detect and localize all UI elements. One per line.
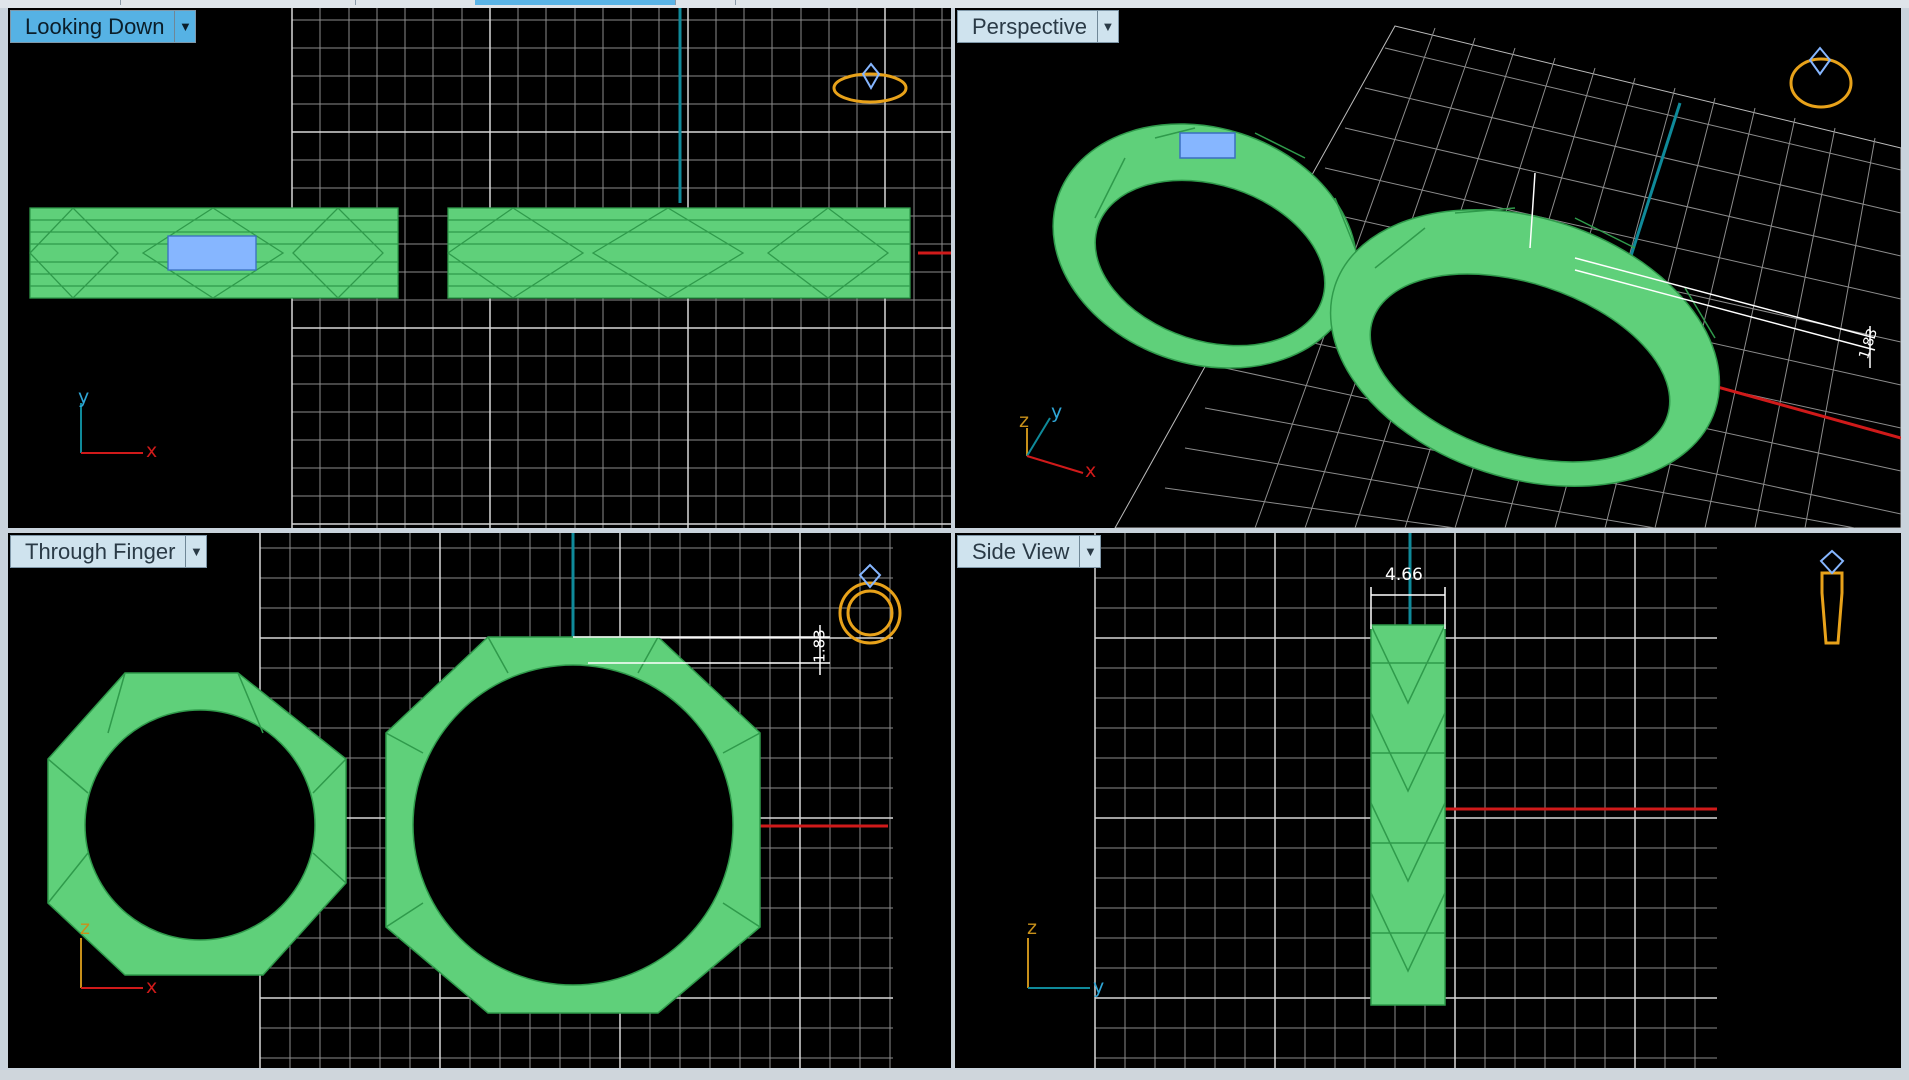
ring-orientation-icon <box>838 563 902 645</box>
viewport-side-view[interactable]: z y 4.66 Side View ▼ <box>955 533 1901 1068</box>
ring-perspective-right <box>1329 207 1721 487</box>
viewport-label-perspective[interactable]: Perspective ▼ <box>957 10 1119 43</box>
status-strip <box>0 1070 1909 1080</box>
ring-profile-left <box>47 672 347 976</box>
viewport-label-text: Looking Down <box>25 14 165 39</box>
view-tab[interactable] <box>355 0 476 5</box>
chevron-down-icon[interactable]: ▼ <box>1096 11 1118 42</box>
dimension-value: 4.66 <box>1385 565 1423 585</box>
ring-orientation-icon <box>1819 549 1845 645</box>
axis-label-z: z <box>1019 410 1029 432</box>
ring-orientation-icon <box>1789 46 1853 109</box>
view-tab[interactable] <box>675 0 736 5</box>
axis-label-vertical: z <box>80 917 90 939</box>
view-tab-strip <box>0 0 1909 8</box>
axis-label-horizontal: y <box>1093 976 1105 998</box>
ring-orientation-icon <box>832 62 908 104</box>
axis-label-x: x <box>1085 460 1097 482</box>
ring-band-right <box>446 207 911 299</box>
axis-gizmo <box>1027 938 1090 989</box>
axis-gizmo <box>1026 417 1084 474</box>
view-tab[interactable] <box>0 0 121 5</box>
ring-perspective-left <box>1052 123 1358 369</box>
chevron-down-icon[interactable]: ▼ <box>185 536 206 567</box>
ring-band-left <box>29 207 399 299</box>
gemstone <box>1179 132 1236 159</box>
ring-side-profile <box>1370 624 1446 1006</box>
viewport-looking-down[interactable]: y x Looking Down ▼ <box>8 8 951 528</box>
viewport-label-text: Side View <box>972 539 1070 564</box>
ring-profile-right <box>385 636 761 1014</box>
chevron-down-icon[interactable]: ▼ <box>174 11 195 42</box>
view-tab-active[interactable] <box>475 0 676 5</box>
axis-label-vertical: z <box>1027 917 1037 939</box>
view-tab[interactable] <box>120 0 356 5</box>
viewport-label-text: Perspective <box>972 14 1087 39</box>
axis-label-y: y <box>1051 401 1063 423</box>
dimension-value: 1.83 <box>810 629 829 663</box>
axis-gizmo <box>80 403 143 454</box>
viewport-canvas[interactable] <box>955 8 1901 528</box>
gemstone <box>167 235 257 271</box>
axis-label-vertical: y <box>78 386 90 408</box>
viewport-through-finger[interactable]: z x 1.83 Through Finger ▼ <box>8 533 951 1068</box>
viewport-perspective[interactable]: z y x 1.83 Perspective ▼ <box>955 8 1901 528</box>
chevron-down-icon[interactable]: ▼ <box>1079 536 1100 567</box>
axis-label-horizontal: x <box>146 440 158 462</box>
viewport-label-through-finger[interactable]: Through Finger ▼ <box>10 535 208 568</box>
viewport-label-text: Through Finger <box>25 539 176 564</box>
viewport-label-side-view[interactable]: Side View ▼ <box>957 535 1102 568</box>
axis-label-horizontal: x <box>146 976 158 998</box>
viewport-label-looking-down[interactable]: Looking Down ▼ <box>10 10 197 43</box>
